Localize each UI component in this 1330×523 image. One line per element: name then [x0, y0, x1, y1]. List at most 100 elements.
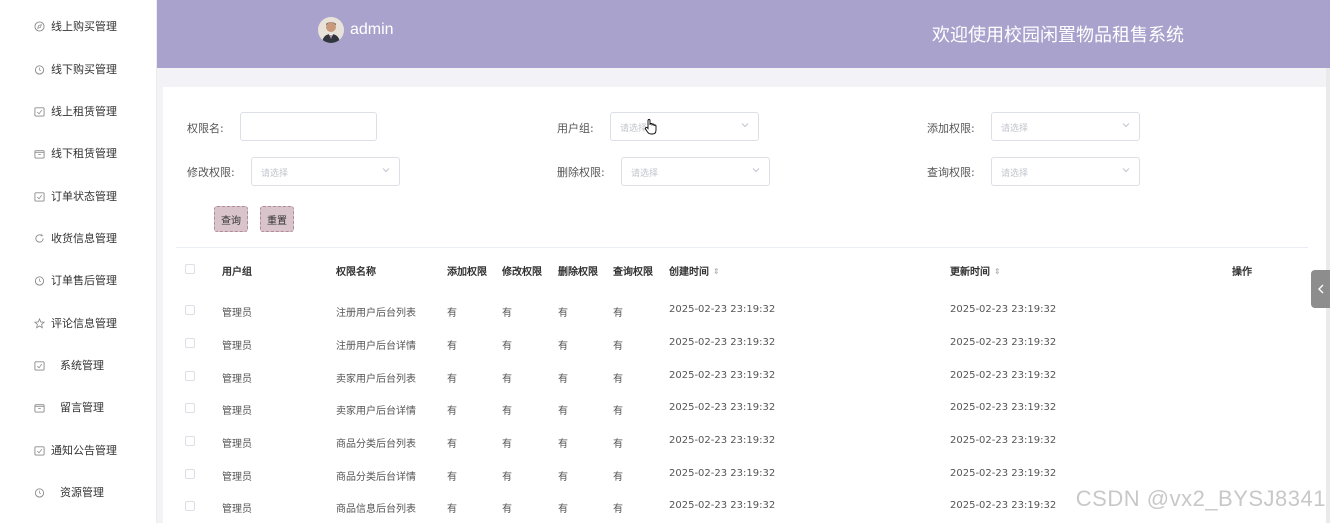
sidebar-item-after-sale[interactable]: 订单售后管理 [0, 259, 157, 301]
username-label[interactable]: admin [350, 21, 394, 39]
sidebar-item-label: 系统管理 [60, 359, 104, 372]
sidebar-item-label: 订单状态管理 [51, 190, 117, 203]
timer-icon [33, 486, 45, 498]
table-cell: 有 [447, 439, 457, 450]
table-cell: 2025-02-23 23:19:32 [950, 468, 1057, 479]
column-header-sortable[interactable]: 创建时间 ⇕ [669, 263, 720, 278]
query-perm-select[interactable]: 请选择 [991, 157, 1140, 186]
row-checkbox[interactable] [185, 436, 195, 446]
table-cell: 2025-02-23 23:19:32 [950, 435, 1057, 446]
column-header: 用户组 [222, 267, 252, 278]
user-group-label: 用户组: [557, 122, 594, 135]
table-cell: 有 [558, 504, 568, 515]
edit-perm-select[interactable]: 请选择 [251, 157, 400, 186]
sidebar-item-order-status[interactable]: 订单状态管理 [0, 175, 157, 217]
sidebar-item-comments[interactable]: 评论信息管理 [0, 302, 157, 344]
select-placeholder: 请选择 [1001, 124, 1029, 134]
sidebar-item-label: 线上租赁管理 [51, 105, 117, 118]
column-header: 修改权限 [502, 267, 542, 278]
chevron-down-icon [1122, 123, 1130, 128]
table-cell: 2025-02-23 23:19:32 [669, 435, 776, 446]
avatar[interactable] [318, 17, 344, 43]
sidebar-item-online-purchase[interactable]: 线上购买管理 [0, 5, 157, 47]
sidebar-item-label: 线上购买管理 [51, 20, 117, 33]
sidebar-item-label: 订单售后管理 [51, 274, 117, 287]
sidebar-item-label: 资源管理 [60, 486, 104, 499]
sort-icon[interactable]: ⇕ [994, 267, 1001, 276]
star-icon [33, 317, 45, 329]
select-all-checkbox[interactable] [185, 264, 195, 274]
calendar-icon [33, 359, 45, 371]
table-cell: 有 [613, 504, 623, 515]
collapse-tab[interactable] [1311, 270, 1330, 308]
table-cell: 卖家用户后台列表 [336, 374, 416, 385]
sidebar-item-label: 线下购买管理 [51, 63, 117, 76]
calendar-icon [33, 190, 45, 202]
sidebar-item-resources[interactable]: 资源管理 [0, 471, 157, 513]
column-header: 权限名称 [336, 267, 376, 278]
hand-cursor-icon [644, 119, 657, 135]
table-cell: 有 [502, 504, 512, 515]
sidebar-item-label: 线下租赁管理 [51, 147, 117, 160]
sidebar: 线上购买管理 线下购买管理 线上租赁管理 线下租赁管理 订单状态管理 收货信息管… [0, 0, 157, 523]
column-header-label: 更新时间 [950, 267, 990, 278]
table-cell: 管理员 [222, 504, 252, 515]
row-checkbox[interactable] [185, 338, 195, 348]
sidebar-item-offline-rental[interactable]: 线下租赁管理 [0, 132, 157, 174]
table-cell: 有 [613, 308, 623, 319]
chevron-left-icon [1317, 284, 1323, 294]
row-checkbox[interactable] [185, 469, 195, 479]
query-perm-label: 查询权限: [927, 166, 975, 179]
sort-icon[interactable]: ⇕ [713, 267, 720, 276]
sidebar-item-offline-purchase[interactable]: 线下购买管理 [0, 48, 157, 90]
delete-perm-select[interactable]: 请选择 [621, 157, 770, 186]
table-cell: 有 [447, 504, 457, 515]
table-cell: 有 [447, 406, 457, 417]
table-cell: 2025-02-23 23:19:32 [669, 370, 776, 381]
column-header-sortable[interactable]: 更新时间 ⇕ [950, 263, 1001, 278]
table-cell: 2025-02-23 23:19:32 [950, 304, 1057, 315]
table-cell: 管理员 [222, 374, 252, 385]
row-checkbox[interactable] [185, 403, 195, 413]
table-cell: 2025-02-23 23:19:32 [950, 370, 1057, 381]
chevron-down-icon [382, 168, 390, 173]
chevron-down-icon [741, 123, 749, 128]
user-group-select[interactable]: 请选择 [610, 112, 759, 141]
row-checkbox[interactable] [185, 371, 195, 381]
table-cell: 有 [613, 439, 623, 450]
table-cell: 有 [558, 406, 568, 417]
sidebar-item-system[interactable]: 系统管理 [0, 344, 157, 386]
refresh-icon [33, 232, 45, 244]
timer-icon [33, 274, 45, 286]
sidebar-item-online-rental[interactable]: 线上租赁管理 [0, 90, 157, 132]
table-cell: 2025-02-23 23:19:32 [669, 402, 776, 413]
add-perm-select[interactable]: 请选择 [991, 112, 1140, 141]
table-cell: 注册用户后台列表 [336, 308, 416, 319]
compass-icon [33, 20, 45, 32]
site-title: 欢迎使用校园闲置物品租售系统 [932, 25, 1184, 46]
table-cell: 商品信息后台列表 [336, 504, 416, 515]
sidebar-item-label: 通知公告管理 [51, 444, 117, 457]
calendar-icon [33, 105, 45, 117]
sidebar-item-messages[interactable]: 留言管理 [0, 386, 157, 428]
table-cell: 管理员 [222, 308, 252, 319]
table-cell: 有 [558, 472, 568, 483]
sidebar-item-label: 评论信息管理 [51, 317, 117, 330]
table-cell: 商品分类后台详情 [336, 472, 416, 483]
sidebar-item-shipping-info[interactable]: 收货信息管理 [0, 217, 157, 259]
row-checkbox[interactable] [185, 305, 195, 315]
select-placeholder: 请选择 [261, 169, 289, 179]
row-checkbox[interactable] [185, 501, 195, 511]
table-cell: 商品分类后台列表 [336, 439, 416, 450]
column-header-label: 创建时间 [669, 267, 709, 278]
query-button[interactable]: 查询 [214, 206, 248, 232]
table-cell: 2025-02-23 23:19:32 [669, 304, 776, 315]
select-placeholder: 请选择 [1001, 169, 1029, 179]
reset-button[interactable]: 重置 [260, 206, 294, 232]
table-cell: 有 [558, 439, 568, 450]
table-cell: 有 [613, 406, 623, 417]
timer-icon [33, 63, 45, 75]
perm-name-input[interactable] [240, 112, 377, 141]
sidebar-item-announcements[interactable]: 通知公告管理 [0, 429, 157, 471]
column-header: 删除权限 [558, 267, 598, 278]
